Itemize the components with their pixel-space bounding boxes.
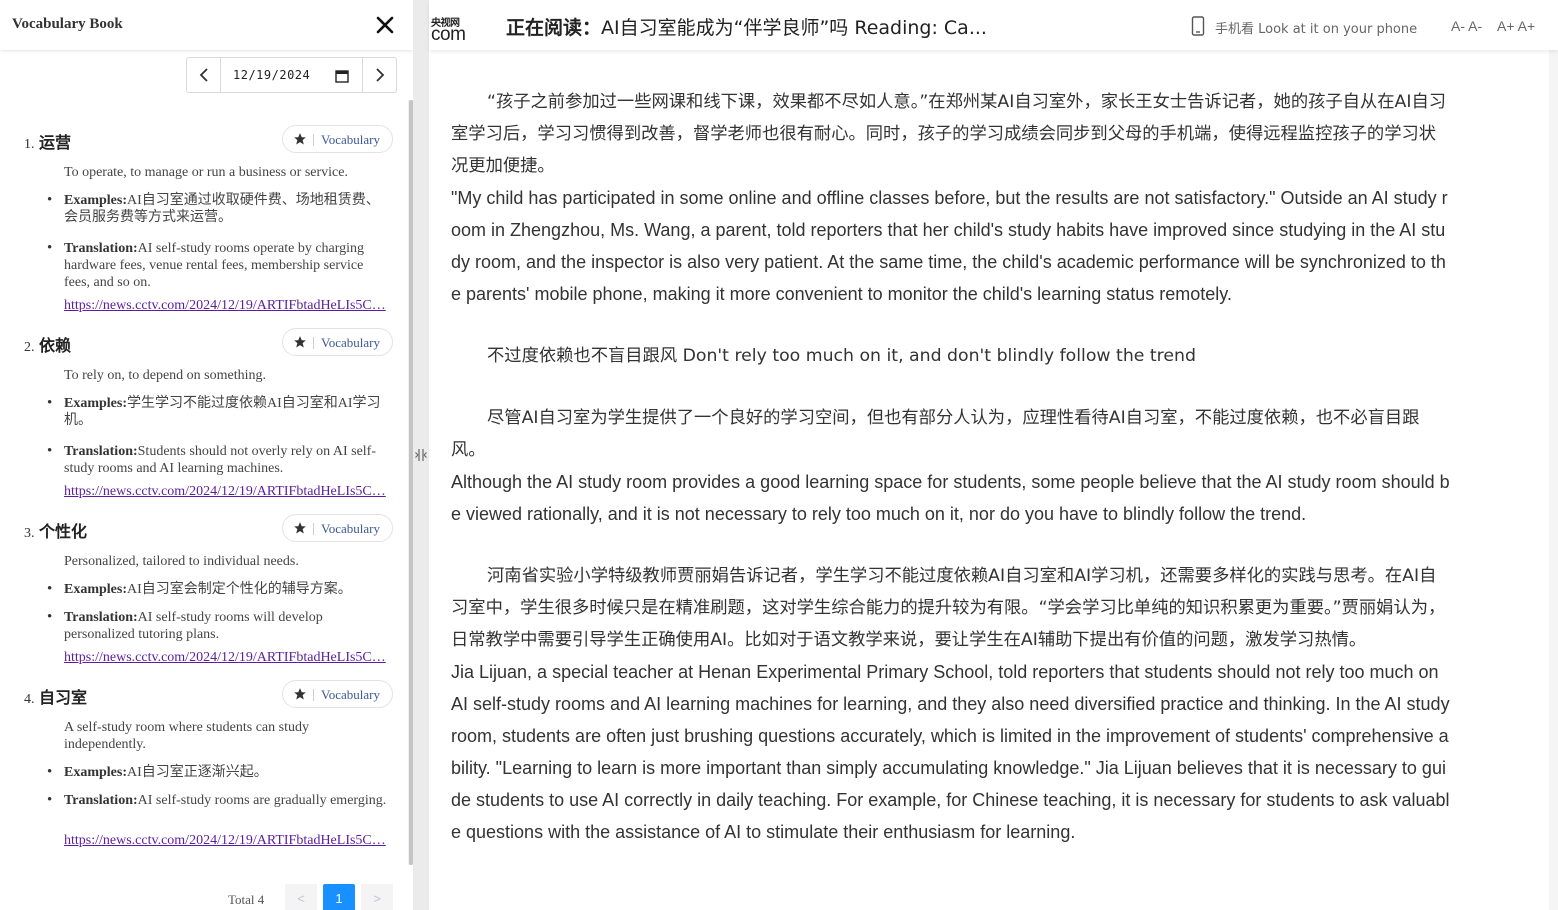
vocabulary-panel: Vocabulary Book 12/19/2024 1. 运营 Vocabul… (0, 0, 413, 910)
close-button[interactable] (374, 14, 396, 36)
vocabulary-button-label: Vocabulary (321, 132, 380, 147)
translation-label: Translation: (64, 793, 138, 808)
chevron-left-icon (199, 68, 208, 82)
increase-font-button[interactable]: A+ A+ (1497, 18, 1535, 34)
entry-definition: To rely on, to depend on something. (64, 368, 266, 383)
entry-number: 1. (24, 137, 35, 152)
star-icon (294, 336, 306, 348)
chevron-right-icon (376, 68, 385, 82)
translation-label: Translation: (64, 241, 138, 256)
source-link[interactable]: https://news.cctv.com/2024/12/19/ARTIFbt… (64, 650, 389, 666)
entry-examples: Examples:AI自习室通过收取硬件费、场地租赁费、会员服务费等方式来运营。 (47, 192, 389, 226)
examples-label: Examples: (64, 193, 127, 208)
source-link[interactable]: https://news.cctv.com/2024/12/19/ARTIFbt… (64, 484, 389, 500)
entry-translation: Translation:Students should not overly r… (47, 443, 389, 477)
reading-title-text: AI自习室能成为“伴学良师”吗 Reading: Ca... (601, 17, 987, 39)
entry-translation: Translation:AI self-study rooms operate … (47, 240, 389, 291)
translation-text: AI self-study rooms are gradually emergi… (137, 793, 387, 808)
paragraph-english: Although the AI study room provides a go… (451, 472, 1450, 524)
reader-toolbar: 央视网 com 正在阅读：AI自习室能成为“伴学良师”吗 Reading: Ca… (429, 0, 1558, 50)
paragraph-english: Jia Lijuan, a special teacher at Henan E… (451, 662, 1450, 842)
entry-word: 运营 (38, 133, 71, 152)
vocabulary-button-label: Vocabulary (321, 687, 380, 702)
vocabulary-button-label: Vocabulary (321, 521, 380, 536)
vocabulary-title: Vocabulary Book (12, 16, 123, 32)
star-icon (294, 133, 306, 145)
calendar-icon[interactable] (335, 69, 349, 83)
vocabulary-button-label: Vocabulary (321, 335, 380, 350)
translation-label: Translation: (64, 610, 138, 625)
entry-word: 个性化 (38, 522, 87, 541)
entry-number: 3. (24, 526, 35, 541)
decrease-font-button[interactable]: A- A- (1451, 18, 1482, 34)
vocabulary-button[interactable]: Vocabulary (282, 125, 393, 153)
next-date-button[interactable] (362, 58, 396, 92)
vocabulary-button[interactable]: Vocabulary (282, 680, 393, 708)
source-link[interactable]: https://news.cctv.com/2024/12/19/ARTIFbt… (64, 298, 389, 314)
entry-examples: Examples:学生学习不能过度依赖AI自习室和AI学习机。 (47, 395, 389, 429)
entry-definition: To operate, to manage or run a business … (64, 165, 348, 180)
section-heading: 不过度依赖也不盲目跟风 Don't rely too much on it, a… (487, 346, 1196, 366)
logo-com-text: com (431, 24, 466, 45)
entry-heading: 4. 自习室 (24, 684, 87, 708)
entry-heading: 3. 个性化 (24, 518, 87, 542)
examples-text: AI自习室正逐渐兴起。 (127, 765, 268, 780)
previous-date-button[interactable] (187, 58, 221, 92)
examples-text: AI自习室会制定个性化的辅导方案。 (127, 582, 352, 597)
paragraph-chinese: “孩子之前参加过一些网课和线下课，效果都不尽如人意。”在郑州某AI自习室外，家长… (451, 92, 1447, 176)
entry-definition: A self-study room where students can stu… (64, 720, 309, 752)
pagination-total: Total 4 (228, 892, 265, 907)
vocabulary-button[interactable]: Vocabulary (282, 514, 393, 542)
reader-scrollbar[interactable] (1549, 50, 1558, 910)
entry-number: 2. (24, 340, 35, 355)
examples-label: Examples: (64, 396, 127, 411)
star-icon (294, 522, 306, 534)
paragraph-chinese: 河南省实验小学特级教师贾丽娟告诉记者，学生学习不能过度依赖AI自习室和AI学习机… (451, 566, 1446, 650)
entry-word: 依赖 (38, 336, 71, 355)
view-on-phone-label: 手机看 Look at it on your phone (1215, 22, 1418, 37)
separator (313, 523, 314, 535)
source-link[interactable]: https://news.cctv.com/2024/12/19/ARTIFbt… (64, 833, 389, 849)
translation-label: Translation: (64, 444, 138, 459)
paragraph-english: "My child has participated in some onlin… (451, 188, 1448, 304)
cctv-logo[interactable]: 央视网 com (431, 14, 471, 45)
next-page-button[interactable]: > (361, 884, 393, 910)
article-reader: 央视网 com 正在阅读：AI自习室能成为“伴学良师”吗 Reading: Ca… (429, 0, 1558, 910)
entry-number: 4. (24, 692, 35, 707)
examples-label: Examples: (64, 582, 127, 597)
article-body: “孩子之前参加过一些网课和线下课，效果都不尽如人意。”在郑州某AI自习室外，家长… (451, 42, 1453, 848)
entry-heading: 2. 依赖 (24, 332, 71, 356)
page-1-button[interactable]: 1 (323, 884, 355, 910)
separator (313, 134, 314, 146)
date-input[interactable]: 12/19/2024 (233, 68, 310, 82)
examples-label: Examples: (64, 765, 127, 780)
separator (313, 337, 314, 349)
close-icon (376, 16, 394, 34)
entry-examples: Examples:AI自习室正逐渐兴起。 (47, 764, 389, 781)
entry-translation: Translation:AI self-study rooms are grad… (47, 792, 389, 809)
separator (313, 689, 314, 701)
vocabulary-button[interactable]: Vocabulary (282, 328, 393, 356)
mobile-phone-icon (1191, 16, 1205, 36)
entry-examples: Examples:AI自习室会制定个性化的辅导方案。 (47, 581, 389, 598)
date-picker: 12/19/2024 (186, 57, 397, 93)
vocabulary-header: Vocabulary Book (0, 0, 413, 50)
entry-translation: Translation:AI self-study rooms will dev… (47, 609, 389, 643)
entry-definition: Personalized, tailored to individual nee… (64, 554, 299, 569)
panel-splitter[interactable] (413, 0, 429, 910)
entry-word: 自习室 (38, 688, 87, 707)
paragraph-chinese: 尽管AI自习室为学生提供了一个良好的学习空间，但也有部分人认为，应理性看待AI自… (451, 408, 1420, 460)
reading-prefix: 正在阅读： (506, 17, 602, 39)
entry-heading: 1. 运营 (24, 129, 71, 153)
star-icon (294, 688, 306, 700)
resize-handle-icon (415, 449, 427, 461)
previous-page-button[interactable]: < (285, 884, 317, 910)
pagination: Total 4 < 1 > (0, 884, 413, 910)
reading-title: 正在阅读：AI自习室能成为“伴学良师”吗 Reading: Ca... (506, 13, 1006, 40)
